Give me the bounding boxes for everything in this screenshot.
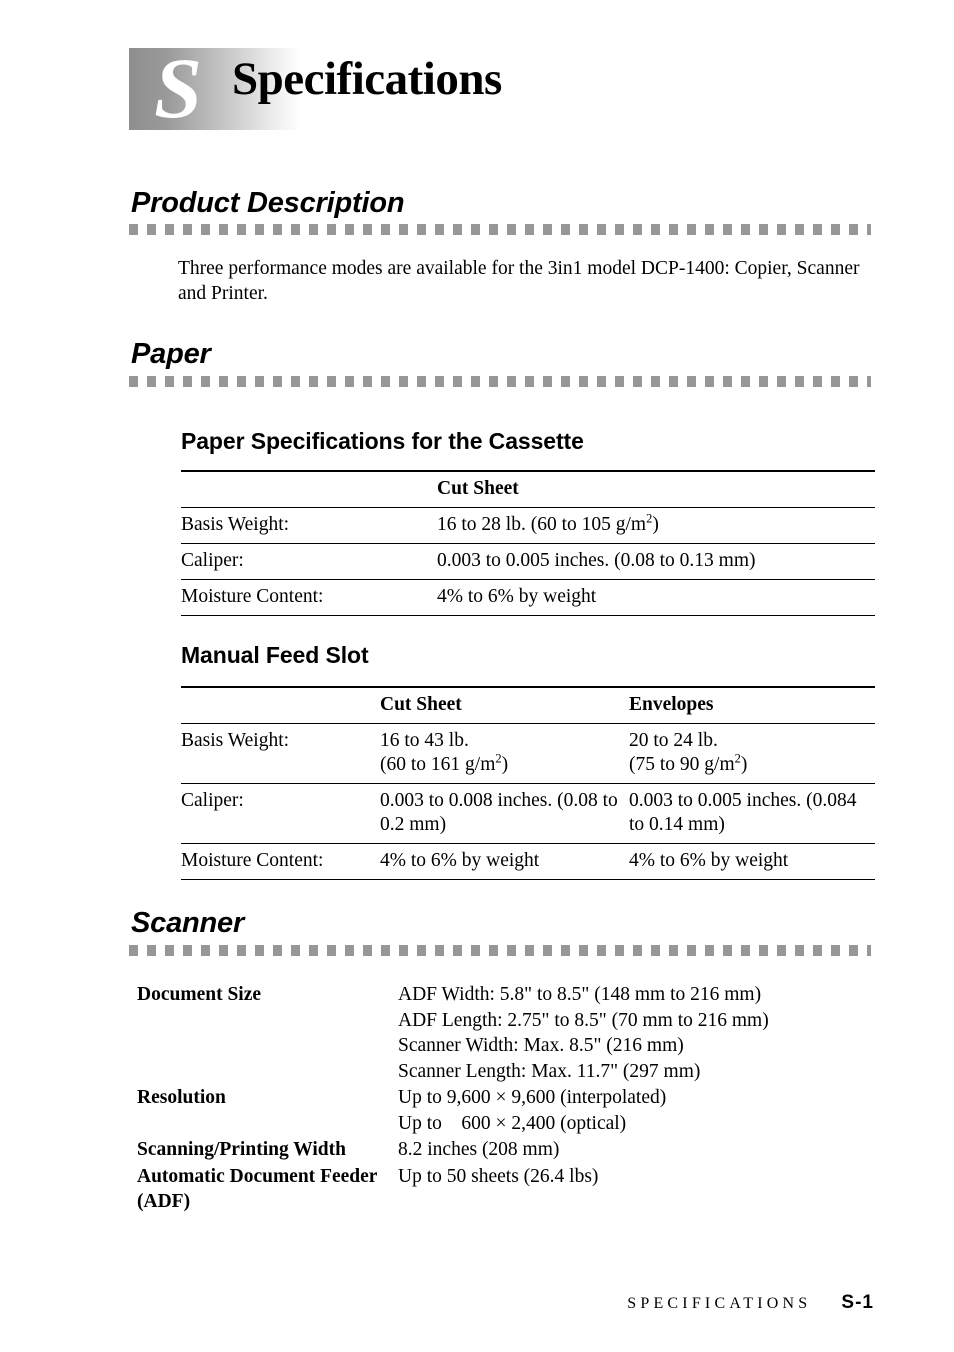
cell-basis-weight-cut-sheet: 16 to 28 lb. (60 to 105 g/m2) — [437, 507, 875, 544]
cassette-spec-table: Cut Sheet Basis Weight: 16 to 28 lb. (60… — [181, 470, 875, 616]
cell-moisture-content-envelopes: 4% to 6% by weight — [629, 843, 875, 880]
scanner-specification-list: Document Size ADF Width: 5.8" to 8.5" (1… — [137, 982, 877, 1216]
scanner-value-automatic-document-feeder: Up to 50 sheets (26.4 lbs) — [398, 1164, 877, 1190]
list-item: Resolution Up to 9,600 × 9,600 (interpol… — [137, 1085, 877, 1136]
scanner-term-scanning-printing-width: Scanning/Printing Width — [137, 1139, 346, 1160]
cell-line: 0.003 to 0.008 inches. — [380, 790, 553, 811]
cell-caliper-envelopes: 0.003 to 0.005 inches. (0.084 to 0.14 mm… — [629, 783, 875, 844]
cell-moisture-content-cut-sheet: 4% to 6% by weight — [380, 843, 629, 880]
cell-basis-weight-cut-sheet: 16 to 43 lb. (60 to 161 g/m2) — [380, 723, 629, 784]
list-item: Scanning/Printing Width 8.2 inches (208 … — [137, 1137, 877, 1163]
product-description-paragraph: Three performance modes are available fo… — [178, 258, 860, 304]
scanner-term-line: Automatic Document — [137, 1165, 316, 1187]
footer-chapter-label: SPECIFICATIONS — [627, 1295, 812, 1312]
scanner-value-document-size: ADF Width: 5.8" to 8.5" (148 mm to 216 m… — [398, 982, 877, 1084]
scanner-line: Up to 50 sheets (26.4 lbs) — [398, 1165, 599, 1187]
table-row: Caliper: 0.003 to 0.008 inches. (0.08 to… — [181, 783, 875, 844]
cell-moisture-content-cut-sheet: 4% to 6% by weight — [437, 579, 875, 616]
cassette-col-cut-sheet: Cut Sheet — [437, 470, 875, 508]
cassette-col-blank — [181, 470, 437, 508]
row-label-moisture-content: Moisture Content: — [181, 579, 437, 616]
section-rule-paper — [129, 376, 871, 387]
row-label-basis-weight: Basis Weight: — [181, 507, 437, 544]
section-rule-product-description — [129, 224, 871, 235]
table-row: Basis Weight: 16 to 28 lb. (60 to 105 g/… — [181, 507, 875, 544]
table-row: Moisture Content: 4% to 6% by weight — [181, 579, 875, 616]
scanner-line: ADF Width: 5.8" to 8.5" (148 mm to 216 m… — [398, 984, 762, 1005]
row-label-basis-weight: Basis Weight: — [181, 723, 380, 784]
cell-caliper-cut-sheet: 0.003 to 0.008 inches. (0.08 to 0.2 mm) — [380, 783, 629, 844]
table-header-row: Cut Sheet Envelopes — [181, 686, 875, 724]
scanner-line: 8.2 inches (208 mm) — [398, 1139, 560, 1160]
table-header-row: Cut Sheet — [181, 470, 875, 508]
row-label-moisture-content: Moisture Content: — [181, 843, 380, 880]
scanner-value-scanning-printing-width: 8.2 inches (208 mm) — [398, 1137, 877, 1163]
manual-col-cut-sheet: Cut Sheet — [380, 686, 629, 724]
row-label-caliper: Caliper: — [181, 543, 437, 580]
page-title: Specifications — [232, 53, 502, 105]
subheading-manual-feed-slot: Manual Feed Slot — [181, 642, 369, 668]
cell-basis-weight-envelopes: 20 to 24 lb. (75 to 90 g/m2) — [629, 723, 875, 784]
list-item: Document Size ADF Width: 5.8" to 8.5" (1… — [137, 982, 877, 1084]
manual-col-envelopes: Envelopes — [629, 686, 875, 724]
section-heading-scanner: Scanner — [131, 907, 245, 939]
table-row: Caliper: 0.003 to 0.005 inches. (0.08 to… — [181, 543, 875, 580]
subheading-paper-specifications-cassette: Paper Specifications for the Cassette — [181, 428, 584, 454]
section-heading-product-description: Product Description — [131, 187, 405, 219]
scanner-line: Scanner Length: Max. 11.7" (297 mm) — [398, 1060, 701, 1082]
section-rule-scanner — [129, 945, 871, 956]
page-footer: SPECIFICATIONS S-1 — [0, 1292, 954, 1314]
scanner-term-document-size: Document Size — [137, 984, 262, 1005]
cell-line: 0.003 to 0.005 inches. — [629, 790, 802, 811]
table-row: Moisture Content: 4% to 6% by weight 4% … — [181, 843, 875, 880]
row-label-caliper: Caliper: — [181, 783, 380, 844]
scanner-term-automatic-document-feeder: Automatic Document Feeder (ADF) — [137, 1164, 398, 1215]
scanner-line: Scanner Width: Max. 8.5" (216 mm) — [398, 1035, 684, 1056]
chapter-letter: S — [154, 40, 202, 136]
list-item: Automatic Document Feeder (ADF) Up to 50… — [137, 1164, 877, 1215]
footer-page-number: S-1 — [841, 1292, 874, 1313]
section-heading-paper: Paper — [131, 338, 211, 370]
table-row: Basis Weight: 16 to 43 lb. (60 to 161 g/m… — [181, 723, 875, 784]
cell-caliper-cut-sheet: 0.003 to 0.005 inches. (0.08 to 0.13 mm) — [437, 543, 875, 580]
scanner-line: Up to 600 × 2,400 (optical) — [398, 1112, 627, 1134]
scanner-line: ADF Length: 2.75" to 8.5" (70 mm to 216 … — [398, 1009, 769, 1031]
manual-feed-spec-table: Cut Sheet Envelopes Basis Weight: 16 to … — [181, 686, 875, 880]
manual-col-blank — [181, 686, 380, 724]
scanner-line: Up to 9,600 × 9,600 (interpolated) — [398, 1087, 667, 1108]
scanner-term-resolution: Resolution — [137, 1087, 226, 1108]
scanner-value-resolution: Up to 9,600 × 9,600 (interpolated) Up to… — [398, 1085, 877, 1136]
